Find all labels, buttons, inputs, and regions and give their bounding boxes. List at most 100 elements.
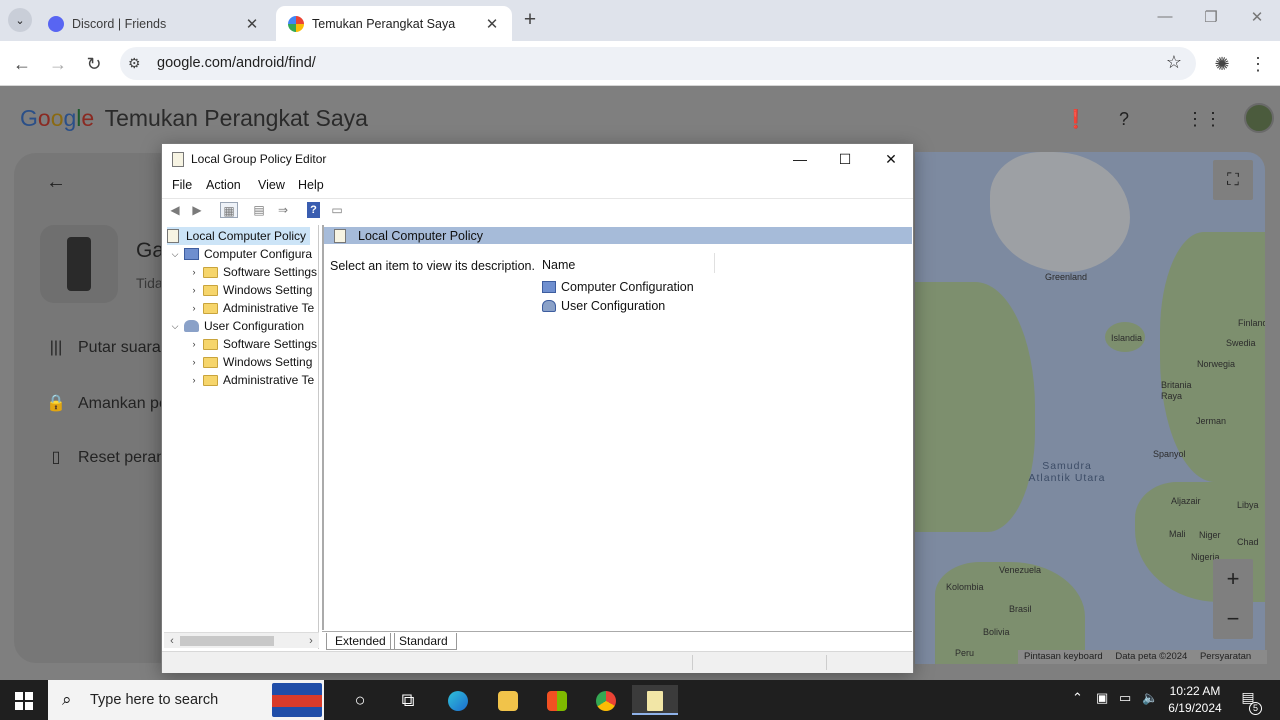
forward-arrow-icon[interactable]: ▶: [188, 202, 206, 218]
menu-help[interactable]: Help: [298, 178, 324, 192]
description-text: Select an item to view its description.: [330, 259, 535, 273]
expand-icon[interactable]: ›: [188, 303, 200, 313]
meet-now-icon[interactable]: ▣: [1096, 690, 1108, 706]
reset-device-action[interactable]: ▯ Reset peran: [44, 447, 166, 467]
file-explorer-icon[interactable]: [485, 685, 531, 715]
tree-node-user-configuration[interactable]: ⌵ User Configuration: [169, 317, 304, 335]
maximize-button[interactable]: ☐: [830, 148, 860, 170]
menu-action[interactable]: Action: [206, 178, 241, 192]
expand-icon[interactable]: ›: [188, 357, 200, 367]
column-divider[interactable]: [714, 253, 715, 273]
search-placeholder: Type here to search: [90, 692, 219, 708]
minimize-button[interactable]: —: [785, 148, 815, 170]
restore-window-button[interactable]: ❐: [1188, 8, 1234, 26]
map-label: Norwegia: [1197, 359, 1236, 369]
tab-search-button[interactable]: ⌄: [8, 8, 32, 32]
list-item-user-configuration[interactable]: User Configuration: [542, 299, 665, 313]
tree-node-computer-configuration[interactable]: ⌵ Computer Configura: [169, 245, 312, 263]
filter-icon[interactable]: ▭: [328, 202, 346, 218]
cortana-icon[interactable]: ○: [337, 685, 383, 715]
tree-node-windows-settings[interactable]: › Windows Setting: [188, 281, 313, 299]
task-view-icon[interactable]: ⧉: [385, 685, 431, 715]
zoom-in-button[interactable]: +: [1213, 559, 1253, 599]
collapse-icon[interactable]: ⌵: [169, 321, 181, 332]
map-label: Venezuela: [999, 565, 1042, 575]
tab-standard[interactable]: Standard: [390, 633, 457, 650]
scrollbar-thumb[interactable]: [180, 636, 274, 646]
volume-muted-icon[interactable]: 🔈: [1142, 690, 1158, 706]
close-button[interactable]: ✕: [876, 148, 906, 170]
site-info-icon[interactable]: ⚙: [128, 55, 141, 72]
expand-icon[interactable]: ›: [188, 285, 200, 295]
tree-node-administrative-templates[interactable]: › Administrative Te: [188, 299, 315, 317]
avatar[interactable]: [1244, 103, 1274, 133]
tree-node-windows-settings[interactable]: › Windows Setting: [188, 353, 313, 371]
terms-link[interactable]: Persyaratan: [1200, 651, 1251, 662]
secure-device-action[interactable]: 🔒 Amankan pe: [44, 393, 168, 413]
policy-editor-taskbar-icon[interactable]: [632, 685, 678, 715]
tab-discord[interactable]: Discord | Friends ✕: [36, 6, 272, 41]
show-hide-tree-icon[interactable]: ▦: [220, 202, 238, 218]
extension-icon[interactable]: ✺: [1208, 50, 1236, 78]
tree-node-label: Administrative Te: [223, 301, 315, 315]
lock-icon: 🔒: [46, 395, 66, 412]
notification-center-icon[interactable]: ▤ 5: [1236, 689, 1262, 715]
zoom-out-button[interactable]: −: [1213, 599, 1253, 639]
network-icon[interactable]: ▭: [1119, 690, 1131, 706]
fullscreen-map-button[interactable]: ⛶: [1213, 160, 1253, 200]
browser-toolbar: ← → ↻ ⚙ google.com/android/find/ ☆ ✺ ⋮: [0, 41, 1280, 86]
product-name: Temukan Perangkat Saya: [104, 105, 368, 131]
search-highlight-icon[interactable]: [272, 683, 322, 717]
browser-menu-icon[interactable]: ⋮: [1244, 50, 1272, 78]
browser-tab-strip: ⌄ Discord | Friends ✕ Temukan Perangkat …: [0, 0, 1280, 41]
tree-node-administrative-templates[interactable]: › Administrative Te: [188, 371, 315, 389]
menu-view[interactable]: View: [258, 178, 285, 192]
minimize-window-button[interactable]: —: [1142, 8, 1188, 25]
play-sound-action[interactable]: ||| Putar suara: [44, 339, 161, 357]
store-icon[interactable]: [534, 685, 580, 715]
expand-icon[interactable]: ›: [188, 267, 200, 277]
windows-start-icon[interactable]: [15, 692, 33, 710]
folder-icon: [203, 302, 218, 314]
help-icon[interactable]: ?: [1112, 107, 1136, 131]
menu-file[interactable]: File: [172, 178, 192, 192]
back-arrow-icon[interactable]: ←: [46, 171, 66, 194]
tree-horizontal-scrollbar[interactable]: ‹ ›: [164, 632, 319, 648]
scroll-right-icon[interactable]: ›: [304, 633, 318, 649]
properties-icon[interactable]: ▤: [250, 202, 268, 218]
map-label: Chad: [1237, 537, 1259, 547]
expand-icon[interactable]: ›: [188, 339, 200, 349]
taskbar-search-box[interactable]: ⌕ Type here to search: [48, 680, 324, 720]
feedback-icon[interactable]: ❗: [1064, 107, 1088, 131]
scroll-left-icon[interactable]: ‹: [165, 633, 179, 649]
tab-extended[interactable]: Extended: [326, 633, 395, 650]
help-icon[interactable]: ?: [307, 202, 320, 218]
system-clock[interactable]: 10:22 AM 6/19/2024: [1166, 683, 1224, 717]
address-bar[interactable]: ⚙ google.com/android/find/ ☆: [120, 47, 1196, 80]
window-titlebar[interactable]: Local Group Policy Editor — ☐ ✕: [162, 144, 913, 174]
name-column-header[interactable]: Name: [542, 258, 575, 272]
tree-node-label: Administrative Te: [223, 373, 315, 387]
tree-node-software-settings[interactable]: › Software Settings: [188, 335, 318, 353]
forward-button[interactable]: →: [44, 50, 72, 78]
expand-icon[interactable]: ›: [188, 375, 200, 385]
list-item-computer-configuration[interactable]: Computer Configuration: [542, 280, 694, 294]
close-window-button[interactable]: ✕: [1234, 8, 1280, 26]
tree-node-software-settings[interactable]: › Software Settings: [188, 263, 318, 281]
chrome-icon[interactable]: [583, 685, 629, 715]
show-hidden-icons-icon[interactable]: ⌃: [1072, 690, 1083, 706]
close-tab-icon[interactable]: ✕: [244, 15, 260, 33]
bookmark-star-icon[interactable]: ☆: [1166, 52, 1182, 73]
edge-icon[interactable]: [435, 685, 481, 715]
back-arrow-icon[interactable]: ◀: [166, 202, 184, 218]
keyboard-shortcuts-link[interactable]: Pintasan keyboard: [1024, 651, 1103, 662]
new-tab-button[interactable]: +: [518, 9, 542, 33]
apps-grid-icon[interactable]: ⋮⋮: [1186, 107, 1222, 131]
back-button[interactable]: ←: [8, 50, 36, 78]
close-tab-icon[interactable]: ✕: [484, 15, 500, 33]
collapse-icon[interactable]: ⌵: [169, 249, 181, 260]
tree-node-local-computer-policy[interactable]: Local Computer Policy: [167, 227, 311, 245]
tab-find-device[interactable]: Temukan Perangkat Saya ✕: [276, 6, 512, 41]
reload-button[interactable]: ↻: [80, 50, 108, 78]
export-list-icon[interactable]: ⇒: [274, 202, 292, 218]
